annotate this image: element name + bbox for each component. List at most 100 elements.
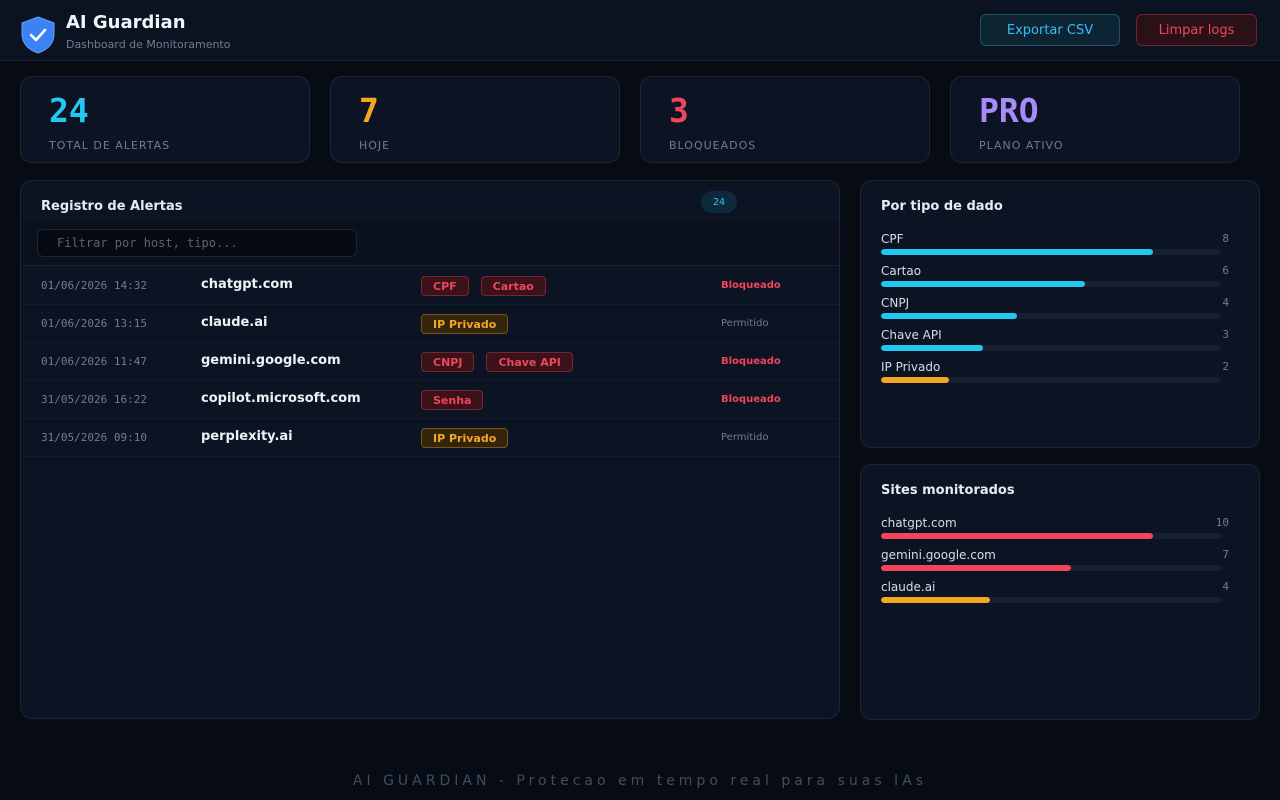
bar-value: 3	[1222, 328, 1229, 341]
alert-count-badge: 24	[701, 191, 737, 213]
bar-label: Chave API	[881, 328, 942, 342]
alert-status: Bloqueado	[721, 394, 781, 405]
data-type-tag: Senha	[421, 390, 484, 410]
alert-timestamp: 31/05/2026 09:10	[41, 431, 147, 444]
bar-track	[881, 565, 1221, 571]
bar-value: 10	[1215, 516, 1229, 529]
stat-value: 3	[669, 91, 689, 130]
alert-host: gemini.google.com	[201, 353, 341, 368]
bar-label: gemini.google.com	[881, 548, 996, 562]
shield-check-icon	[21, 16, 55, 54]
alert-host: copilot.microsoft.com	[201, 391, 361, 406]
stat-card-plan: PRO PLANO ATIVO	[950, 76, 1240, 163]
alert-timestamp: 01/06/2026 13:15	[41, 317, 147, 330]
filter-input[interactable]	[37, 229, 357, 257]
stat-value: PRO	[979, 91, 1039, 130]
bar-fill	[881, 377, 949, 383]
stat-label: HOJE	[359, 139, 391, 152]
bar-value: 4	[1222, 296, 1229, 309]
bar-item: gemini.google.com 7	[881, 548, 1229, 574]
bar-item: Cartao 6	[881, 264, 1229, 290]
alert-tags: IP Privado	[421, 314, 509, 334]
clear-logs-button[interactable]: Limpar logs	[1136, 14, 1257, 46]
alert-status: Bloqueado	[721, 280, 781, 291]
panel-title: Registro de Alertas	[41, 199, 183, 214]
alert-host: chatgpt.com	[201, 277, 293, 292]
stat-card-today: 7 HOJE	[330, 76, 620, 163]
stat-card-blocked: 3 BLOQUEADOS	[640, 76, 930, 163]
table-row[interactable]: 01/06/2026 11:47 gemini.google.com CNPJ Cha…	[21, 343, 839, 381]
alert-status: Permitido	[721, 318, 769, 329]
bar-item: claude.ai 4	[881, 580, 1229, 606]
alert-timestamp: 31/05/2026 16:22	[41, 393, 147, 406]
alert-host: perplexity.ai	[201, 429, 293, 444]
app-subtitle: Dashboard de Monitoramento	[66, 38, 231, 51]
alert-host: claude.ai	[201, 315, 268, 330]
bar-fill	[881, 249, 1153, 255]
bar-fill	[881, 281, 1085, 287]
data-type-tag: Cartao	[480, 276, 546, 296]
data-type-tag: CPF	[421, 276, 469, 296]
bar-fill	[881, 345, 983, 351]
data-type-tag: CNPJ	[421, 352, 475, 372]
alert-tags: CPF Cartao	[421, 276, 546, 296]
bar-fill	[881, 597, 990, 603]
stat-value: 24	[49, 91, 89, 130]
bar-fill	[881, 565, 1072, 571]
table-row[interactable]: 01/06/2026 14:32 chatgpt.com CPF Cartao Bloq…	[21, 267, 839, 305]
alert-status: Permitido	[721, 432, 769, 443]
table-row[interactable]: 01/06/2026 13:15 claude.ai IP Privado Permi…	[21, 305, 839, 343]
stat-label: TOTAL DE ALERTAS	[49, 139, 171, 152]
stat-label: PLANO ATIVO	[979, 139, 1064, 152]
alert-tags: IP Privado	[421, 428, 509, 448]
stat-label: BLOQUEADOS	[669, 139, 757, 152]
alert-timestamp: 01/06/2026 11:47	[41, 355, 147, 368]
bar-value: 2	[1222, 360, 1229, 373]
bar-track	[881, 377, 1221, 383]
bar-track	[881, 533, 1221, 539]
bar-track	[881, 345, 1221, 351]
app-header: AI Guardian Dashboard de Monitoramento E…	[0, 0, 1280, 61]
alert-tags: CNPJ Chave API	[421, 352, 573, 372]
data-type-tag: IP Privado	[421, 314, 509, 334]
bar-value: 4	[1222, 580, 1229, 593]
filter-bar	[21, 221, 839, 266]
bar-track	[881, 597, 1221, 603]
bar-fill	[881, 533, 1153, 539]
table-row[interactable]: 31/05/2026 16:22 copilot.microsoft.com Sen…	[21, 381, 839, 419]
panel-title: Sites monitorados	[881, 483, 1015, 498]
bar-label: IP Privado	[881, 360, 941, 374]
bar-value: 8	[1222, 232, 1229, 245]
bar-label: Cartao	[881, 264, 922, 278]
data-type-tag: IP Privado	[421, 428, 509, 448]
bar-track	[881, 313, 1221, 319]
export-csv-button[interactable]: Exportar CSV	[980, 14, 1120, 46]
alert-tags: Senha	[421, 390, 484, 410]
data-type-tag: Chave API	[486, 352, 573, 372]
bar-fill	[881, 313, 1017, 319]
bar-item: Chave API 3	[881, 328, 1229, 354]
bar-item: IP Privado 2	[881, 360, 1229, 386]
bar-track	[881, 281, 1221, 287]
stat-value: 7	[359, 91, 379, 130]
bar-item: chatgpt.com 10	[881, 516, 1229, 542]
alert-log-panel: Registro de Alertas 24 01/06/2026 14:32 c…	[20, 180, 840, 719]
bar-value: 6	[1222, 264, 1229, 277]
alert-status: Bloqueado	[721, 356, 781, 367]
table-row[interactable]: 31/05/2026 09:10 perplexity.ai IP Privado P…	[21, 419, 839, 457]
bar-label: chatgpt.com	[881, 516, 957, 530]
panel-title: Por tipo de dado	[881, 199, 1003, 214]
footer-text: AI GUARDIAN - Protecao em tempo real par…	[352, 773, 928, 789]
bar-track	[881, 249, 1221, 255]
bar-item: CPF 8	[881, 232, 1229, 258]
app-title: AI Guardian	[66, 12, 186, 33]
bar-label: CNPJ	[881, 296, 910, 310]
bar-label: claude.ai	[881, 580, 936, 594]
stat-card-total: 24 TOTAL DE ALERTAS	[20, 76, 310, 163]
bar-value: 7	[1222, 548, 1229, 561]
bar-item: CNPJ 4	[881, 296, 1229, 322]
sites-panel: Sites monitorados chatgpt.com 10 gemini.go…	[860, 464, 1260, 720]
alert-timestamp: 01/06/2026 14:32	[41, 279, 147, 292]
data-type-panel: Por tipo de dado CPF 8 Cartao 6 CNPJ 4 Chave A…	[860, 180, 1260, 448]
bar-label: CPF	[881, 232, 904, 246]
